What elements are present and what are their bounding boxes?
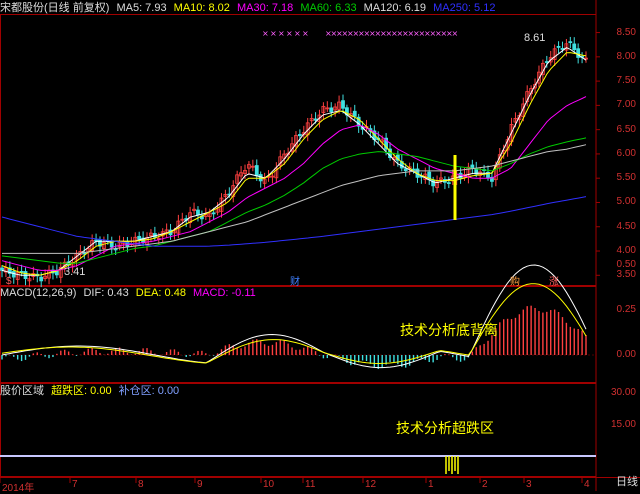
price-tick: 4.50 [616,220,636,232]
candle-body [211,212,216,215]
macd-tick: 0.00 [616,349,636,360]
zone-panel [0,455,596,474]
ma30-label: MA30: 7.18 [236,2,294,14]
top-signal-mark: × [286,29,293,38]
price-tick: 7.50 [616,75,636,87]
top-signal-mark: × [452,29,459,38]
candle-body [403,168,408,172]
marker-dollar[interactable]: $ [6,276,12,287]
zone-tick: 30.00 [610,387,636,398]
candle-body [254,165,259,177]
macd-frame [0,286,597,383]
candle-body [39,276,44,282]
zone-tick: 15.00 [610,418,636,430]
moving-average-lines: × × × × × × ×××××××××××××××××××××××× [1,29,587,276]
candle-body [313,118,318,121]
ma120-label: MA120: 6.19 [363,2,427,14]
price-tick: 8.50 [616,26,636,38]
candle-body [0,267,4,271]
price-tick: 8.00 [616,50,636,62]
price-tick: 6.50 [616,123,636,135]
date-tick: 10 [263,479,275,490]
date-tick: 12 [365,479,377,490]
macd-legend: MACD(12,26,9) DIF: 0.43 DEA: 0.48 MACD: … [0,287,260,300]
dif-label: DIF: 0.43 [83,287,129,299]
candle-body [446,182,451,185]
macd-tick: 0.50 [616,259,636,270]
stock-title: 宋都股份(日线 前复权) [0,2,110,14]
stock-chart[interactable]: × × × × × × ×××××××××××××××××××××××× [0,0,640,491]
top-signal-mark: × [302,29,309,38]
candle-body [258,174,263,182]
marker-zhang[interactable]: 涨 [549,273,559,288]
ma10-label: MA10: 8.02 [173,2,230,14]
top-signal-mark: × [278,29,285,38]
ma-line-ma10 [1,52,587,276]
candle-body [329,107,334,113]
candle-body [341,100,345,109]
low-price-label: 3.41 [64,266,86,278]
top-signal-mark: × [294,29,301,38]
candle-body [297,134,302,137]
candle-body [572,43,577,51]
price-tick: 7.00 [616,99,636,111]
ma5-label: MA5: 7.93 [116,2,167,14]
price-tick: 3.50 [616,269,636,281]
high-price-label: 8.61 [524,32,546,44]
date-tick: 2 [482,479,488,490]
price-tick: 5.00 [616,196,636,208]
date-tick: 4 [584,479,590,490]
price-tick: 5.50 [616,172,636,184]
date-tick: 1 [428,479,434,490]
tab-daily[interactable]: 日线 [616,473,638,489]
zone-legend: 股价区域 超跌区: 0.00 补仓区: 0.00 [0,385,183,398]
macd-value-label: MACD: -0.11 [193,287,256,299]
candle-body [568,41,573,44]
candle-body [137,235,142,240]
candle-body [352,110,357,117]
price-legend: 宋都股份(日线 前复权) MA5: 7.93 MA10: 8.02 MA30: … [0,2,499,15]
marker-cai[interactable]: 财 [290,273,300,288]
candle-body [556,46,561,48]
date-tick: 7 [72,479,78,490]
dea-label: DEA: 0.48 [135,287,186,299]
oversold-label: 超跌区: 0.00 [51,385,112,397]
date-tick: 9 [197,479,203,490]
divergence-annotation: 技术分析底背离 [400,322,498,338]
add-zone-label: 补仓区: 0.00 [118,385,180,397]
candle-body [470,164,475,169]
date-tick: 2014年 [2,483,35,494]
candle-body [196,209,200,216]
price-tick: 6.00 [616,147,636,159]
ma-line-ma30 [1,96,587,271]
ma60-label: MA60: 6.33 [300,2,357,14]
candle-body [576,48,581,58]
top-signal-mark: × [262,29,269,38]
macd-tick: 0.25 [616,304,636,315]
top-signal-mark: × [270,29,277,38]
marker-gou[interactable]: 购 [510,273,520,288]
date-tick: 8 [138,479,144,490]
ma250-label: MA250: 5.12 [433,2,496,14]
date-tick: 11 [305,479,316,490]
oversold-annotation: 技术分析超跌区 [396,420,494,436]
zone-title: 股价区域 [0,385,44,397]
macd-title: MACD(12,26,9) [0,287,77,299]
date-tick: 3 [526,479,532,490]
price-tick: 4.00 [616,245,636,257]
candle-body [54,270,59,276]
